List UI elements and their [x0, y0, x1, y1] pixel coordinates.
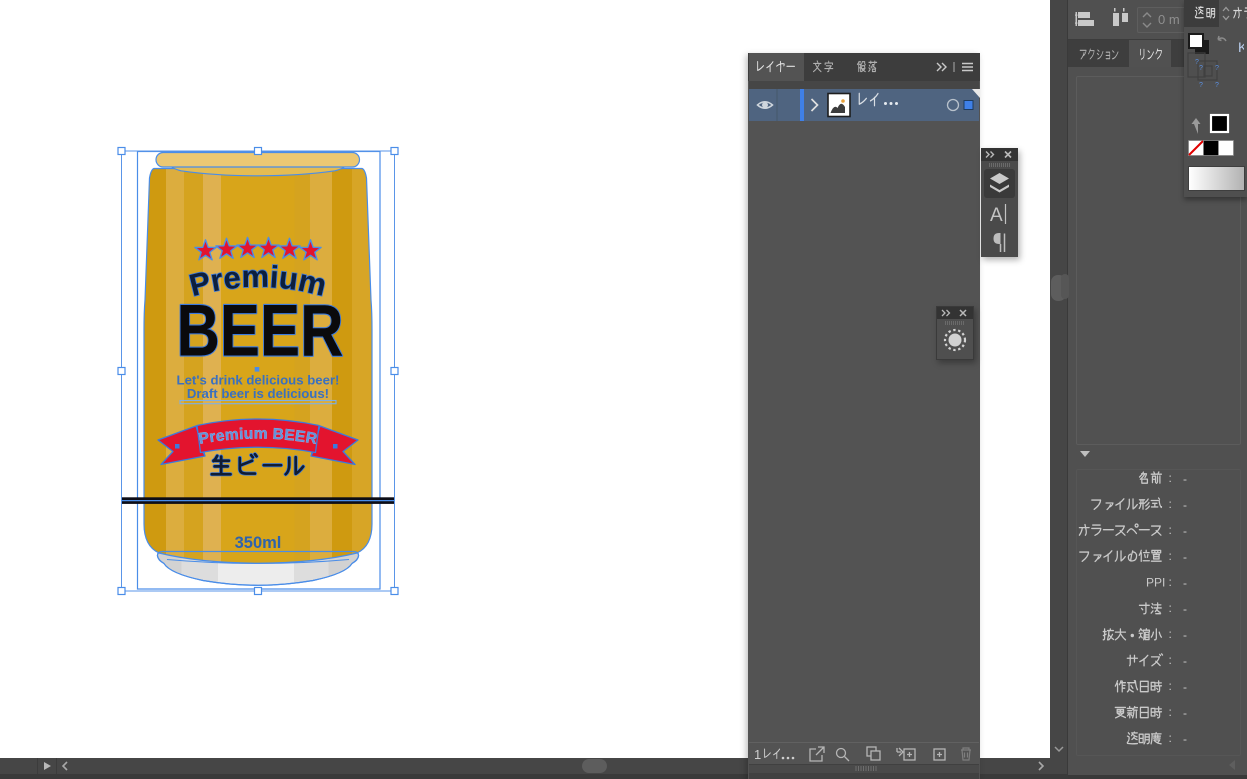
- svg-text::: :: [1169, 601, 1172, 615]
- svg-text:-: -: [1183, 706, 1187, 720]
- svg-text:-: -: [1183, 628, 1187, 642]
- svg-text:350ml: 350ml: [235, 534, 282, 552]
- svg-text::: :: [1169, 523, 1172, 537]
- svg-text::: :: [1169, 497, 1172, 511]
- svg-text::: :: [1169, 471, 1172, 485]
- svg-text::: :: [1169, 549, 1172, 563]
- svg-text:BEER: BEER: [177, 291, 344, 372]
- svg-text:-: -: [1183, 472, 1187, 486]
- svg-text:-: -: [1183, 576, 1187, 590]
- svg-text::: :: [1169, 705, 1172, 719]
- svg-text::: :: [1169, 731, 1172, 745]
- svg-text:?: ?: [1199, 65, 1203, 72]
- svg-text:?: ?: [1215, 82, 1219, 89]
- svg-text:-: -: [1183, 654, 1187, 668]
- svg-text:-: -: [1183, 550, 1187, 564]
- svg-text:-: -: [1183, 524, 1187, 538]
- svg-text:-: -: [1183, 498, 1187, 512]
- svg-text:-: -: [1183, 732, 1187, 746]
- svg-text:?: ?: [1199, 82, 1203, 89]
- svg-text::: :: [1169, 575, 1172, 589]
- svg-text:-: -: [1183, 680, 1187, 694]
- svg-text::: :: [1169, 679, 1172, 693]
- svg-text:?: ?: [1215, 65, 1219, 72]
- svg-text:A: A: [990, 205, 1003, 226]
- svg-text::: :: [1169, 653, 1172, 667]
- svg-text:1: 1: [754, 747, 761, 762]
- svg-text:K: K: [1238, 39, 1244, 55]
- svg-text:PPI: PPI: [1146, 576, 1165, 590]
- svg-text:Draft beer is delicious!: Draft beer is delicious!: [187, 386, 329, 401]
- svg-text::: :: [1169, 627, 1172, 641]
- svg-text:-: -: [1183, 602, 1187, 616]
